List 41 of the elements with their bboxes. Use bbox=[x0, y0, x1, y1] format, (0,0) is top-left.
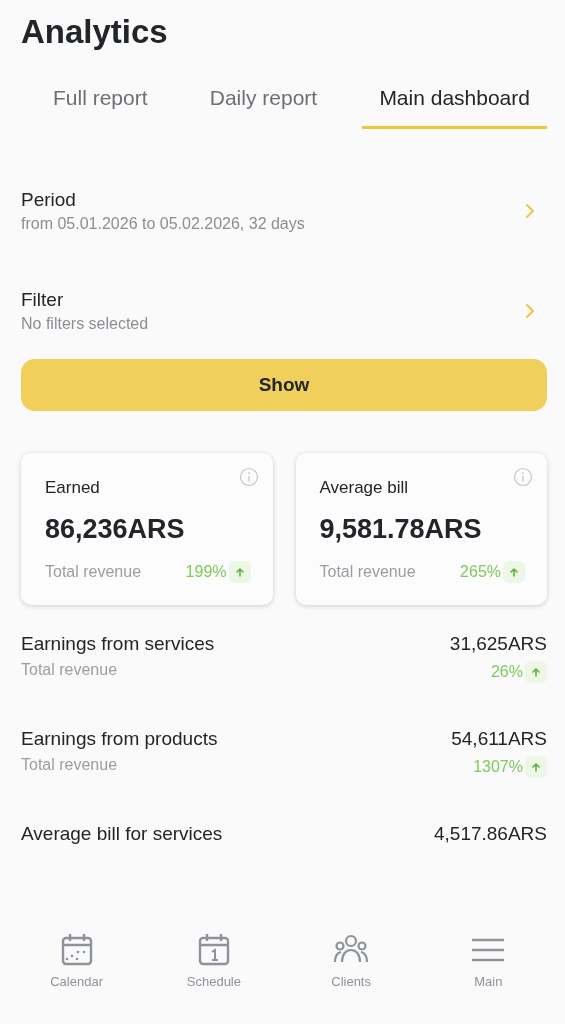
metric-value: 54,611ARS bbox=[451, 728, 547, 750]
metric-caption: Total revenue bbox=[21, 756, 119, 774]
setting-label: Filter bbox=[21, 289, 65, 311]
setting-label: Period bbox=[21, 189, 77, 211]
show-button[interactable]: Show bbox=[21, 359, 547, 411]
card-value: 86,236ARS bbox=[45, 514, 186, 545]
change-percent: 1307% bbox=[473, 758, 523, 776]
metric-caption: Total revenue bbox=[21, 661, 119, 679]
change-percent: 199% bbox=[185, 563, 227, 581]
metric-value: 4,517.86ARS bbox=[433, 823, 547, 845]
up-arrow-icon bbox=[503, 561, 525, 583]
change-percent: 26% bbox=[490, 663, 523, 681]
chevron-icon bbox=[525, 203, 535, 219]
up-arrow-icon bbox=[525, 661, 547, 683]
setting-value: from 05.01.2026 to 05.02.2026, 32 days bbox=[21, 215, 305, 233]
metric-label: Earnings from services bbox=[21, 633, 215, 655]
nav-item[interactable]: Calendar bbox=[31, 932, 122, 994]
setting-row[interactable]: Period from 05.01.2026 to 05.02.2026, 32 days bbox=[21, 189, 547, 233]
metric-label: Earnings from products bbox=[21, 728, 218, 750]
tab[interactable]: Full report bbox=[36, 80, 165, 129]
setting-row[interactable]: Filter No filters selected bbox=[21, 289, 547, 333]
tab[interactable]: Main dashboard bbox=[362, 80, 547, 129]
up-arrow-icon bbox=[525, 756, 547, 778]
nav-item[interactable]: Clients bbox=[306, 932, 397, 994]
card-caption: Total revenue bbox=[45, 563, 142, 581]
card-label: Average bill bbox=[319, 477, 409, 498]
card-value: 9,581.78ARS bbox=[319, 514, 483, 545]
chevron-icon bbox=[525, 303, 535, 319]
change-percent: 265% bbox=[460, 563, 501, 581]
nav-item[interactable]: Main bbox=[443, 932, 534, 994]
setting-value: No filters selected bbox=[21, 315, 149, 333]
page-title: Analytics bbox=[21, 12, 169, 52]
nav-item[interactable]: Schedule bbox=[168, 932, 259, 994]
card-caption: Total revenue bbox=[319, 563, 416, 581]
card-label: Earned bbox=[45, 477, 100, 498]
info-icon bbox=[238, 467, 259, 487]
up-arrow-icon bbox=[228, 561, 251, 583]
info-icon bbox=[513, 467, 533, 487]
tab[interactable]: Daily report bbox=[192, 80, 335, 129]
metric-value: 31,625ARS bbox=[449, 633, 547, 655]
metric-label: Average bill for services bbox=[21, 823, 223, 845]
